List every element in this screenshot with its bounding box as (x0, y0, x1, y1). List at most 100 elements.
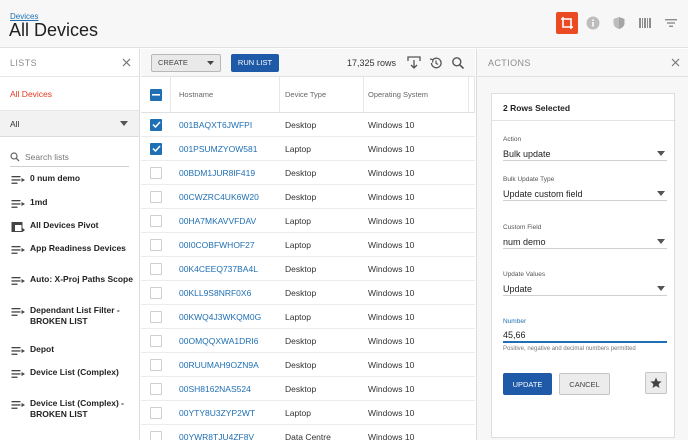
favorite-button[interactable] (645, 372, 667, 394)
row-checkbox[interactable] (150, 286, 162, 299)
hostname-link[interactable]: 00RUUMAH9OZN9A (171, 353, 280, 376)
hostname-link[interactable]: 00K4CEEQ737BA4L (171, 257, 280, 280)
list-item-device-list-complex[interactable]: Device List (Complex) (0, 367, 139, 398)
list-item-label: Device List (Complex) (30, 367, 119, 377)
table-row[interactable]: 00HA7MKAVVFDAV Laptop Windows 10 (141, 209, 475, 233)
table-row[interactable]: 00KLL9S8NRF0X6 Desktop Windows 10 (141, 281, 475, 305)
row-checkbox[interactable] (150, 190, 162, 203)
custom-field-label: Custom Field (503, 224, 542, 231)
update-button[interactable]: UPDATE (503, 373, 552, 395)
table-row[interactable]: 00YTY8U3ZYP2WT Laptop Windows 10 (141, 401, 475, 425)
hostname-link[interactable]: 001BAQXT6JWFPI (171, 113, 280, 136)
row-checkbox[interactable] (150, 358, 162, 371)
table-row[interactable]: 001PSUMZYOW581 Laptop Windows 10 (141, 137, 475, 161)
table-header: Hostname Device Type Operating System (141, 77, 475, 113)
list-item-auto-x-proj-paths-scope[interactable]: Auto: X-Proj Paths Scope (0, 274, 139, 305)
table-row[interactable]: 00OMQQXWA1DRI6 Desktop Windows 10 (141, 329, 475, 353)
table-row[interactable]: 00K4CEEQ737BA4L Desktop Windows 10 (141, 257, 475, 281)
hostname-link[interactable]: 00KWQ4J3WKQM0G (171, 305, 280, 328)
list-item-1md[interactable]: 1md (0, 197, 139, 220)
search-icon[interactable] (451, 56, 465, 70)
history-icon[interactable] (429, 56, 443, 70)
lists-filter-select[interactable]: All (0, 111, 139, 137)
row-checkbox[interactable] (150, 166, 162, 179)
list-item-label: Dependant List Filter - BROKEN LIST (30, 305, 120, 326)
list-item-0-num-demo[interactable]: 0 num demo (0, 173, 139, 197)
table-row[interactable]: 00RUUMAH9OZN9A Desktop Windows 10 (141, 353, 475, 377)
row-checkbox[interactable] (150, 334, 162, 347)
action-label: Action (503, 136, 522, 143)
row-checkbox[interactable] (150, 238, 162, 251)
chevron-down-icon (657, 239, 665, 244)
close-actions-icon[interactable] (671, 58, 680, 67)
action-value: Bulk update (503, 148, 551, 159)
table-row[interactable]: 00BDM1JUR8IF419 Desktop Windows 10 (141, 161, 475, 185)
row-checkbox[interactable] (150, 310, 162, 323)
custom-field-select[interactable]: Custom Field num demo (503, 224, 667, 249)
list-item-all-devices-pivot[interactable]: All Devices Pivot (0, 220, 139, 243)
row-checkbox[interactable] (150, 214, 162, 227)
cancel-button[interactable]: CANCEL (559, 373, 610, 395)
close-lists-icon[interactable] (122, 58, 131, 67)
list-item-app-readiness-devices[interactable]: App Readiness Devices (0, 243, 139, 274)
filter-button[interactable] (660, 12, 682, 34)
crop-button[interactable] (556, 12, 578, 34)
table-row[interactable]: 001BAQXT6JWFPI Desktop Windows 10 (141, 113, 475, 137)
number-field[interactable]: Number 45,66 Positive, negative and deci… (503, 318, 667, 352)
operating-system-cell: Windows 10 (368, 215, 415, 226)
list-item-depot[interactable]: Depot (0, 344, 139, 367)
download-icon[interactable] (407, 56, 421, 70)
update-values-select[interactable]: Update Values Update (503, 271, 667, 296)
table-row[interactable]: 00I0COBFWHOF27 Laptop Windows 10 (141, 233, 475, 257)
barcode-button[interactable] (634, 12, 656, 34)
hostname-link[interactable]: 00YWR8TJU4ZF8V (171, 425, 280, 440)
hostname-link[interactable]: 00YTY8U3ZYP2WT (171, 401, 280, 424)
hostname-link[interactable]: 001PSUMZYOW581 (171, 137, 280, 160)
table-row[interactable]: 00YWR8TJU4ZF8V Data Centre Windows 10 (141, 425, 475, 440)
search-lists-placeholder: Search lists (25, 151, 69, 162)
column-header-hostname[interactable]: Hostname (171, 77, 280, 112)
run-list-button[interactable]: RUN LIST (231, 53, 279, 72)
table-body: 001BAQXT6JWFPI Desktop Windows 10 001PSUMZY… (141, 113, 475, 440)
column-header-device-type[interactable]: Device Type (280, 77, 364, 112)
list-item-dependant-list-filter[interactable]: Dependant List Filter - BROKEN LIST (0, 305, 139, 344)
hostname-link[interactable]: 00I0COBFWHOF27 (171, 233, 280, 256)
column-header-operating-system[interactable]: Operating System (364, 77, 469, 112)
row-checkbox[interactable] (150, 406, 162, 419)
row-checkbox[interactable] (150, 262, 162, 275)
operating-system-cell: Windows 10 (368, 263, 415, 274)
info-button[interactable] (582, 12, 604, 34)
all-devices-list-link[interactable]: All Devices (0, 77, 139, 111)
hostname-link[interactable]: 00CWZRC4UK6W20 (171, 185, 280, 208)
list-item-label: 0 num demo (30, 173, 81, 183)
select-all-checkbox[interactable] (149, 88, 162, 101)
shield-button[interactable] (608, 12, 630, 34)
table-row[interactable]: 00KWQ4J3WKQM0G Laptop Windows 10 (141, 305, 475, 329)
hostname-link[interactable]: 00SH8162NAS524 (171, 377, 280, 400)
bulk-update-type-select[interactable]: Bulk Update Type Update custom field (503, 176, 667, 201)
action-select[interactable]: Action Bulk update (503, 136, 667, 161)
number-value[interactable]: 45,66 (503, 330, 526, 340)
list-item-device-list-complex-broken[interactable]: Device List (Complex) - BROKEN LIST (0, 398, 139, 437)
hostname-link[interactable]: 00BDM1JUR8IF419 (171, 161, 280, 184)
search-lists-input[interactable]: Search lists (10, 147, 129, 167)
row-checkbox[interactable] (150, 118, 162, 131)
check-icon (151, 121, 161, 128)
device-type-cell: Desktop (285, 191, 317, 202)
hostname-link[interactable]: 00KLL9S8NRF0X6 (171, 281, 280, 304)
list-icon (11, 308, 25, 316)
list-item-label: Auto: X-Proj Paths Scope (30, 274, 133, 284)
create-button[interactable]: CREATE (151, 53, 221, 72)
hostname-link[interactable]: 00HA7MKAVVFDAV (171, 209, 280, 232)
table-row[interactable]: 00CWZRC4UK6W20 Desktop Windows 10 (141, 185, 475, 209)
rows-count: 17,325 rows (347, 58, 397, 68)
operating-system-cell: Windows 10 (368, 239, 415, 250)
row-checkbox[interactable] (150, 430, 162, 440)
list-item-label: 1md (30, 197, 48, 207)
table-row[interactable]: 00SH8162NAS524 Desktop Windows 10 (141, 377, 475, 401)
hostname-link[interactable]: 00OMQQXWA1DRI6 (171, 329, 280, 352)
device-type-cell: Data Centre (285, 431, 331, 440)
list-icon (11, 370, 25, 378)
row-checkbox[interactable] (150, 142, 162, 155)
row-checkbox[interactable] (150, 382, 162, 395)
